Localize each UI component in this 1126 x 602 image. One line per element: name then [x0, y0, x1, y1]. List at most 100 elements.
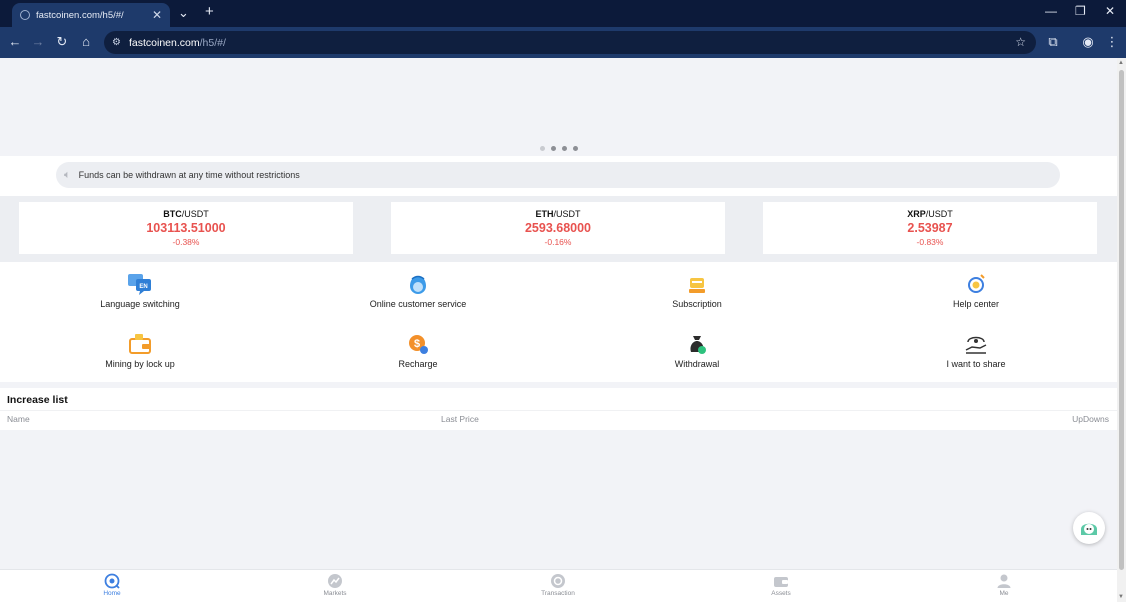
ticker-pair: BTC/USDT [19, 209, 353, 219]
menu-language-switching[interactable]: EN Language switching [60, 272, 220, 309]
share-hand-icon [965, 336, 987, 354]
menu-i-want-to-share[interactable]: I want to share [896, 332, 1056, 369]
notice-section: 🔈︎ Funds can be withdrawn at any time wi… [0, 156, 1117, 196]
site-info-icon[interactable]: ⚙ [112, 37, 121, 48]
ticker-base: ETH [535, 209, 554, 219]
back-arrow-icon[interactable]: ← [7, 34, 23, 50]
carousel-dot[interactable] [551, 146, 556, 151]
help-center-icon [968, 274, 985, 293]
ticker-pair: XRP/USDT [763, 209, 1097, 219]
svg-text:$: $ [414, 338, 420, 350]
tab-title: fastcoinen.com/h5/#/ [36, 9, 124, 21]
notice-bar[interactable]: 🔈︎ Funds can be withdrawn at any time wi… [56, 162, 1060, 188]
recharge-coin-icon: $ [409, 335, 428, 354]
menu-recharge[interactable]: $ Recharge [338, 332, 498, 369]
ticker-card-btc[interactable]: BTC/USDT 103113.51000 -0.38% [19, 202, 353, 254]
restore-icon[interactable]: ❐ [1075, 4, 1086, 18]
nav-label: Assets [771, 590, 791, 597]
nav-label: Home [103, 590, 121, 597]
close-window-icon[interactable]: ✕ [1105, 4, 1115, 18]
menu-label: Help center [952, 299, 1000, 309]
scroll-down-arrow-icon[interactable]: ▼ [1118, 594, 1124, 600]
menu-label: Language switching [100, 299, 180, 309]
menu-label: Online customer service [369, 299, 467, 309]
home-icon [104, 573, 120, 589]
menu-label: Subscription [672, 299, 722, 309]
menu-withdrawal[interactable]: Withdrawal [617, 332, 777, 369]
url-path: /h5/#/ [199, 36, 226, 49]
carousel-dot[interactable] [540, 146, 545, 151]
speaker-icon: 🔈︎ [64, 168, 71, 181]
ticker-pair: ETH/USDT [391, 209, 725, 219]
reload-icon[interactable]: ↻ [54, 34, 70, 50]
minimize-icon[interactable]: — [1045, 4, 1057, 18]
column-header-updowns[interactable]: UpDowns [1072, 414, 1109, 424]
notice-text: Funds can be withdrawn at any time witho… [78, 170, 300, 180]
support-avatar-icon [1081, 523, 1097, 535]
transaction-icon [551, 574, 565, 588]
column-header-name[interactable]: Name [7, 414, 30, 424]
bookmark-star-icon[interactable]: ☆ [1015, 35, 1026, 49]
menu-mining-by-lock-up[interactable]: Mining by lock up [60, 332, 220, 369]
page-content: 🔈︎ Funds can be withdrawn at any time wi… [0, 58, 1117, 602]
scroll-up-arrow-icon[interactable]: ▲ [1118, 60, 1124, 66]
ticker-card-eth[interactable]: ETH/USDT 2593.68000 -0.16% [391, 202, 725, 254]
profile-icon[interactable]: ◉ [1080, 34, 1096, 50]
browser-tab[interactable]: fastcoinen.com/h5/#/ ✕ [12, 3, 170, 27]
tab-search-chevron-icon[interactable]: ⌄ [178, 5, 189, 21]
increase-list: Increase list Name Last Price UpDowns [0, 388, 1117, 430]
menu-label: I want to share [946, 359, 1006, 369]
menu-subscription[interactable]: Subscription [617, 274, 777, 309]
ticker-quote: /USDT [553, 209, 581, 219]
ticker-change: -0.83% [916, 237, 944, 247]
nav-markets[interactable]: Markets [305, 573, 365, 597]
ticker-change: -0.16% [544, 237, 572, 247]
customer-service-icon [410, 275, 426, 294]
menu-online-customer-service[interactable]: Online customer service [338, 274, 498, 309]
ticker-section: BTC/USDT 103113.51000 -0.38% ETH/USDT 25… [0, 196, 1117, 262]
address-bar[interactable]: ⚙ fastcoinen.com/h5/#/ ☆ [104, 31, 1036, 54]
ticker-price: 103113.51000 [146, 221, 226, 235]
customer-service-float-button[interactable] [1073, 512, 1105, 544]
column-header-last-price[interactable]: Last Price [441, 414, 479, 424]
assets-wallet-icon [774, 577, 788, 587]
user-icon [997, 574, 1011, 588]
ticker-price: 2.53987 [907, 221, 953, 235]
menu-help-center[interactable]: Help center [896, 272, 1056, 309]
forward-arrow-icon[interactable]: → [30, 34, 46, 50]
browser-menu-icon[interactable]: ⋮ [1104, 34, 1120, 50]
nav-assets[interactable]: Assets [751, 573, 811, 597]
carousel-dot[interactable] [562, 146, 567, 151]
withdrawal-bag-icon [690, 336, 706, 354]
scrollbar-thumb[interactable] [1119, 70, 1124, 570]
menu-label: Recharge [398, 359, 438, 369]
nav-label: Me [999, 590, 1009, 597]
ticker-quote: /USDT [925, 209, 953, 219]
new-tab-plus-icon[interactable]: + [205, 4, 214, 20]
url-text: fastcoinen.com/h5/#/ [129, 37, 226, 49]
page-scrollbar[interactable]: ▲ ▼ [1117, 58, 1126, 602]
ticker-card-xrp[interactable]: XRP/USDT 2.53987 -0.83% [763, 202, 1097, 254]
menu-label: Withdrawal [674, 359, 720, 369]
ticker-price: 2593.68000 [524, 221, 592, 235]
nav-home[interactable]: Home [82, 573, 142, 597]
close-tab-icon[interactable]: ✕ [152, 8, 162, 22]
ticker-change: -0.38% [172, 237, 200, 247]
carousel-dot[interactable] [573, 146, 578, 151]
home-browser-icon[interactable]: ⌂ [78, 34, 94, 50]
svg-text:EN: EN [139, 284, 147, 290]
extensions-icon[interactable]: ⧉ [1045, 34, 1061, 50]
nav-label: Markets [323, 590, 347, 597]
nav-transaction[interactable]: Transaction [528, 573, 588, 597]
nav-me[interactable]: Me [974, 573, 1034, 597]
increase-list-title: Increase list [7, 394, 68, 406]
ticker-base: BTC [163, 209, 182, 219]
ticker-base: XRP [907, 209, 926, 219]
bottom-navigation: Home Markets Transaction Assets Me [0, 569, 1117, 602]
menu-label: Mining by lock up [105, 359, 175, 369]
globe-icon [20, 10, 30, 20]
nav-label: Transaction [541, 590, 575, 597]
language-icon: EN [128, 274, 151, 295]
banner-carousel[interactable] [0, 58, 1117, 156]
browser-tab-bar: fastcoinen.com/h5/#/ ✕ ⌄ + — ❐ ✕ [0, 0, 1126, 27]
